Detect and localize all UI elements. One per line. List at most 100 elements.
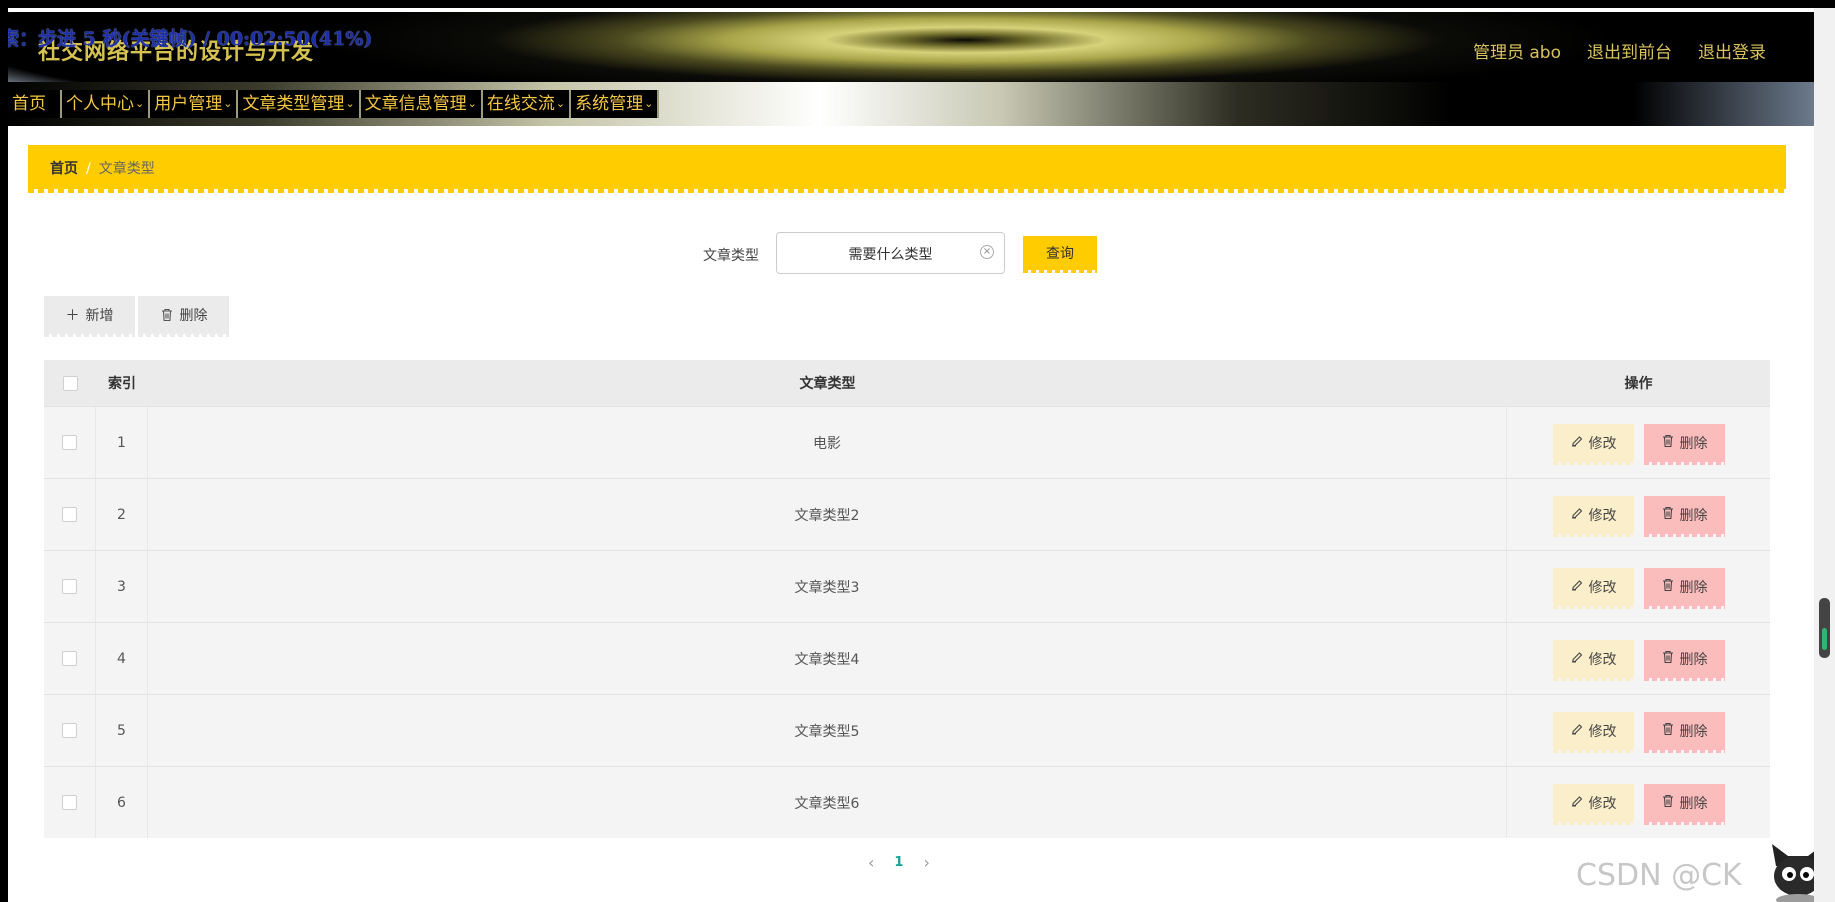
table-row: 5 文章类型5 修改 删除 (44, 694, 1770, 766)
trash-icon (1661, 434, 1675, 452)
delete-button-label: 删除 (1679, 507, 1708, 524)
row-type: 文章类型5 (148, 695, 1507, 766)
edit-icon (1570, 506, 1584, 524)
row-type: 文章类型2 (148, 479, 1507, 550)
edit-button[interactable]: 修改 (1552, 495, 1634, 537)
delete-button[interactable]: 删除 (1643, 567, 1725, 609)
delete-button[interactable]: 删除 (1643, 495, 1725, 537)
next-page-icon[interactable]: › (923, 853, 929, 872)
nav-item-label: 文章类型管理 (242, 94, 345, 114)
trash-icon (1661, 722, 1675, 740)
row-checkbox[interactable] (62, 651, 77, 666)
edit-button[interactable]: 修改 (1552, 567, 1634, 609)
nav-item-4[interactable]: 文章信息管理 ⌄ (360, 90, 483, 118)
table-row: 1 电影 修改 删除 (44, 406, 1770, 478)
nav-item-6[interactable]: 系统管理 ⌄ (571, 90, 660, 118)
page-scrollbar[interactable] (1814, 8, 1835, 902)
nav-item-label: 个人中心 (66, 94, 134, 114)
delete-button-label: 删除 (1679, 579, 1708, 596)
edit-button-label: 修改 (1588, 723, 1617, 740)
nav-item-5[interactable]: 在线交流 ⌄ (482, 90, 572, 118)
edit-button[interactable]: 修改 (1552, 423, 1634, 465)
trash-icon (1661, 506, 1675, 524)
edit-button-label: 修改 (1588, 579, 1617, 596)
scrollbar-thumb[interactable] (1819, 598, 1830, 658)
row-type: 电影 (148, 407, 1507, 478)
search-button[interactable]: 查询 (1023, 236, 1097, 273)
edit-button[interactable]: 修改 (1552, 639, 1634, 681)
row-checkbox[interactable] (62, 435, 77, 450)
prev-page-icon[interactable]: ‹ (868, 853, 874, 872)
csdn-watermark: CSDN @CK (1576, 858, 1742, 893)
delete-button-label: 删除 (1679, 651, 1708, 668)
batch-delete-button[interactable]: 删除 (138, 296, 229, 337)
search-input-value: 需要什么类型 (848, 247, 933, 263)
pagination: ‹ 1 › (868, 853, 930, 872)
delete-button-label: 删除 (1679, 723, 1708, 740)
nav-item-2[interactable]: 用户管理 ⌄ (150, 90, 239, 118)
delete-button[interactable]: 删除 (1643, 423, 1725, 465)
batch-delete-label: 删除 (179, 308, 208, 324)
nav-item-label: 在线交流 (486, 94, 555, 114)
video-player-overlay-text: 索：步进 5 秒(关键帧) / 00:02:50(41%) (8, 28, 373, 50)
select-all-checkbox[interactable] (62, 375, 78, 391)
breadcrumb: 首页 / 文章类型 (28, 145, 1786, 193)
row-type: 文章类型3 (148, 551, 1507, 622)
row-index: 3 (96, 551, 148, 622)
edit-button-label: 修改 (1588, 651, 1617, 668)
edit-icon (1570, 722, 1584, 740)
chevron-down-icon: ⌄ (555, 97, 566, 110)
add-button[interactable]: ＋ 新增 (44, 296, 135, 337)
edit-icon (1570, 650, 1584, 668)
row-checkbox[interactable] (62, 723, 77, 738)
chevron-down-icon: ⌄ (135, 97, 145, 110)
row-actions: 修改 删除 (1507, 479, 1770, 550)
page-number-current[interactable]: 1 (894, 855, 903, 870)
edit-button[interactable]: 修改 (1552, 783, 1634, 825)
table-row: 2 文章类型2 修改 删除 (44, 478, 1770, 550)
header-type: 文章类型 (799, 376, 856, 392)
clear-icon[interactable]: × (980, 245, 994, 259)
row-actions: 修改 删除 (1507, 407, 1770, 478)
edit-button-label: 修改 (1588, 507, 1617, 524)
trash-icon (1661, 578, 1675, 596)
header-banner: 社交网络平台的设计与开发 索：步进 5 秒(关键帧) / 00:02:50(41… (8, 12, 1814, 82)
row-actions: 修改 删除 (1507, 551, 1770, 622)
nav-menu: 首页 个人中心 ⌄ 用户管理 ⌄ 文章类型管理 ⌄ 文章信息管理 ⌄ 在线交流 ⌄ 系统管理 ⌄ (8, 90, 660, 118)
search-label: 文章类型 (703, 248, 759, 264)
edit-button-label: 修改 (1588, 795, 1617, 812)
screen: 社交网络平台的设计与开发 索：步进 5 秒(关键帧) / 00:02:50(41… (0, 0, 1835, 902)
row-index: 1 (96, 407, 148, 478)
plus-icon: ＋ (65, 308, 80, 324)
delete-button[interactable]: 删除 (1643, 783, 1725, 825)
row-checkbox-cell (44, 767, 96, 838)
row-checkbox[interactable] (62, 507, 77, 522)
header-index: 索引 (108, 376, 136, 392)
delete-button-label: 删除 (1679, 435, 1708, 452)
row-actions: 修改 删除 (1507, 767, 1770, 838)
row-checkbox-cell (44, 695, 96, 766)
table-row: 3 文章类型3 修改 删除 (44, 550, 1770, 622)
trash-icon (1661, 794, 1675, 812)
row-checkbox[interactable] (62, 579, 77, 594)
main-nav: 首页 个人中心 ⌄ 用户管理 ⌄ 文章类型管理 ⌄ 文章信息管理 ⌄ 在线交流 ⌄ 系统管理 ⌄ (8, 82, 1814, 126)
delete-button-label: 删除 (1679, 795, 1708, 812)
breadcrumb-home[interactable]: 首页 (50, 161, 78, 177)
row-index: 4 (96, 623, 148, 694)
row-checkbox[interactable] (62, 795, 77, 810)
nav-item-label: 文章信息管理 (364, 94, 467, 114)
nav-item-3[interactable]: 文章类型管理 ⌄ (238, 90, 361, 118)
row-type: 文章类型6 (148, 767, 1507, 838)
row-actions: 修改 删除 (1507, 623, 1770, 694)
search-input[interactable]: 需要什么类型 × (776, 232, 1005, 274)
edit-button[interactable]: 修改 (1552, 711, 1634, 753)
nav-item-0[interactable]: 首页 (8, 90, 62, 118)
delete-button[interactable]: 删除 (1643, 711, 1725, 753)
logout-link[interactable]: 退出登录 (1698, 38, 1766, 63)
nav-item-1[interactable]: 个人中心 ⌄ (62, 90, 151, 118)
table-row: 6 文章类型6 修改 删除 (44, 766, 1770, 838)
header-actions: 操作 (1624, 376, 1653, 392)
exit-to-front-link[interactable]: 退出到前台 (1587, 38, 1672, 63)
user-links: 管理员 abo 退出到前台 退出登录 (1447, 38, 1766, 63)
delete-button[interactable]: 删除 (1643, 639, 1725, 681)
